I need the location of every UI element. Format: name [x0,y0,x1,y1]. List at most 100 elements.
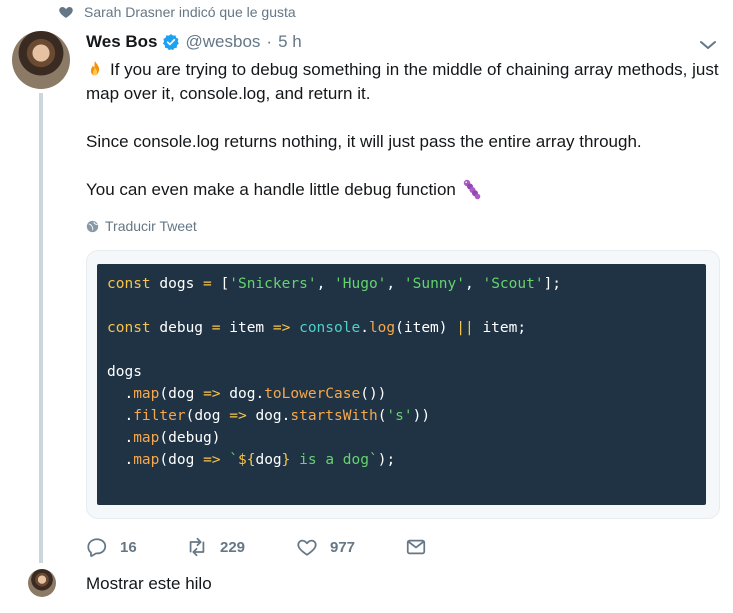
header-separator: · [266,32,273,51]
code-token: ()) [360,386,387,402]
tweet-body: If you are trying to debug something in … [86,58,726,226]
direct-message-button[interactable] [405,536,427,558]
code-token: const [107,276,151,292]
code-token: item; [473,320,527,336]
tweet-header: Wes Bos @wesbos · 5 h [86,32,302,52]
code-token: is a dog` [290,452,378,468]
reply-count: 16 [120,538,137,556]
code-token: (dog [159,452,204,468]
tweet-paragraph-1: If you are trying to debug something in … [86,60,719,103]
code-token: item [220,320,273,336]
code-line: dogs [107,361,696,383]
code-token: debug [150,320,212,336]
code-token: map [133,452,160,468]
author-avatar[interactable] [12,31,70,89]
retweet-button[interactable]: 229 [186,536,296,558]
code-token: => [229,408,247,424]
code-token: dog. [220,386,265,402]
fire-emoji-icon [90,60,100,76]
code-token: 'Scout' [482,276,544,292]
code-token: 'Snickers' [229,276,317,292]
thread-connector-line [39,93,43,563]
code-line: const dogs = ['Snickers', 'Hugo', 'Sunny… [107,273,696,295]
globe-icon [86,220,99,232]
code-token: [ [211,276,230,292]
code-line: .map(debug) [107,427,696,449]
code-token: = [203,276,212,292]
code-token: (dog [185,408,230,424]
reply-button[interactable]: 16 [86,536,186,558]
code-line: .filter(dog => dog.startsWith('s')) [107,405,696,427]
code-token: , [465,276,483,292]
social-context[interactable]: Sarah Drasner indicó que le gusta [58,4,296,20]
code-token: , [316,276,335,292]
retweet-icon [189,537,205,557]
code-token: => [203,386,221,402]
code-token: , [386,276,404,292]
code-token: const [107,320,151,336]
show-thread-avatar [28,569,56,597]
code-token: . [107,452,134,468]
code-token: filter [133,408,186,424]
code-token: . [107,386,134,402]
code-token: ); [377,452,396,468]
social-context-text: Sarah Drasner indicó que le gusta [84,4,296,20]
code-token: => [272,320,291,336]
author-handle[interactable]: @wesbos [186,32,261,52]
show-thread-link[interactable]: Mostrar este hilo [86,574,212,594]
code-token: dogs [107,364,142,380]
code-token: ` [229,452,238,468]
code-line: const debug = item => console.log(item) … [107,317,696,339]
code-token: 'Hugo' [334,276,387,292]
code-line: .map(dog => `${dog} is a dog`); [107,449,696,471]
author-name[interactable]: Wes Bos [86,32,158,52]
code-token: 'Sunny' [403,276,465,292]
code-token: toLowerCase [264,386,361,402]
code-token: dog. [246,408,291,424]
code-token: . [107,408,134,424]
code-token: (dog [159,386,204,402]
tweet-time[interactable]: 5 h [278,32,302,52]
heart-icon [59,7,73,18]
code-token: || [456,320,474,336]
retweet-count: 229 [220,538,246,556]
code-token: dogs [150,276,204,292]
code-token: ${ [238,452,256,468]
envelope-icon [406,539,426,555]
tweet-paragraph: If you are trying to debug something in … [86,58,726,106]
code-token: => [203,452,221,468]
code-token: map [133,430,160,446]
bug-emoji-icon [463,179,481,200]
code-token: = [211,320,221,336]
code-token: log [368,320,396,336]
tweet-paragraph-3: You can even make a handle little debug … [86,180,456,199]
code-token: (item) [395,320,457,336]
translate-tweet-link[interactable]: Traducir Tweet [86,218,197,234]
tweet-paragraph: You can even make a handle little debug … [86,178,726,202]
tweet-paragraph-2: Since console.log returns nothing, it wi… [86,132,642,151]
code-token: map [133,386,160,402]
chevron-down-icon[interactable] [699,38,717,52]
like-count: 977 [330,538,356,556]
code-token: console [299,320,361,336]
like-button[interactable]: 977 [296,536,405,558]
code-snippet-image[interactable]: const dogs = ['Snickers', 'Hugo', 'Sunny… [97,264,706,505]
code-token: . [360,320,369,336]
translate-tweet-label: Traducir Tweet [105,218,197,234]
code-token: . [107,430,134,446]
code-token: startsWith [290,408,378,424]
reply-icon [87,538,107,557]
code-token: 's' [386,408,413,424]
tweet-actions: 16 229 977 [86,536,427,558]
heart-outline-icon [297,539,317,556]
code-token: dog [255,452,282,468]
tweet-paragraph: Since console.log returns nothing, it wi… [86,130,726,154]
code-token: ]; [543,276,562,292]
code-line: .map(dog => dog.toLowerCase()) [107,383,696,405]
code-token: )) [412,408,431,424]
verified-badge-icon [162,34,179,51]
